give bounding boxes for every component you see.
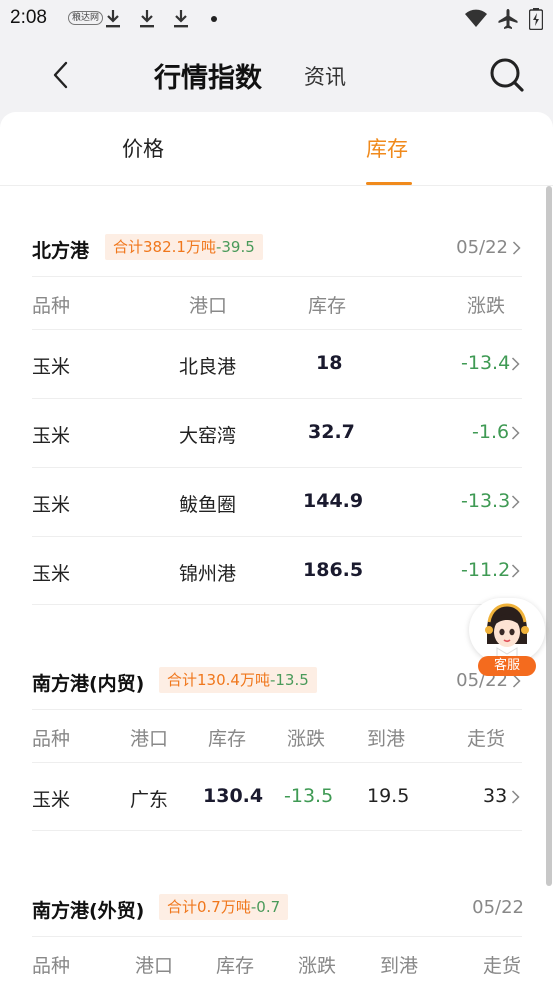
section-title: 北方港 — [32, 240, 90, 262]
cell-port: 大窑湾 — [179, 425, 237, 447]
badge-total: 合计0.7万吨 — [167, 898, 251, 916]
search-icon[interactable] — [489, 57, 525, 93]
column-header: 港口 — [135, 955, 174, 977]
column-header: 走货 — [467, 728, 506, 750]
cell-stock: 130.4 — [203, 785, 264, 807]
table-row[interactable]: 玉米 广东 130.4 -13.5 19.5 33 — [32, 762, 522, 831]
section-title: 南方港(内贸) — [32, 673, 145, 695]
badge-change: -13.5 — [269, 671, 309, 689]
cell-variety: 玉米 — [32, 494, 71, 516]
notification-dot-icon — [211, 16, 217, 22]
cell-change: -13.3 — [461, 490, 511, 512]
column-header: 走货 — [483, 955, 522, 977]
active-tab-indicator — [366, 182, 412, 185]
chevron-right-icon — [511, 790, 520, 804]
cell-port: 鲅鱼圈 — [179, 494, 237, 516]
cell-change: -11.2 — [461, 559, 511, 581]
back-arrow-icon[interactable] — [48, 60, 76, 90]
cell-stock: 32.7 — [308, 421, 355, 443]
chevron-right-icon — [511, 426, 520, 440]
cell-stock: 18 — [316, 352, 343, 374]
top-app-bar: 行情指数 资讯 — [0, 38, 553, 112]
chevron-right-icon — [511, 495, 520, 509]
tab-price[interactable]: 价格 — [122, 133, 164, 163]
app-logo-icon: 粮达网 — [68, 11, 104, 25]
column-header: 库存 — [208, 728, 247, 750]
cell-variety: 玉米 — [32, 356, 71, 378]
section-header-south-foreign[interactable]: 南方港(外贸) 合计0.7万吨-0.7 05/22 — [32, 894, 524, 924]
cell-variety: 玉米 — [32, 563, 71, 585]
column-header: 品种 — [32, 955, 71, 977]
news-tab-link[interactable]: 资讯 — [304, 61, 346, 91]
tab-bar: 价格 库存 — [0, 112, 553, 186]
service-label: 客服 — [478, 656, 536, 676]
column-header: 品种 — [32, 728, 71, 750]
total-badge: 合计382.1万吨-39.5 — [105, 234, 263, 260]
table-row[interactable]: 玉米 北良港 18 -13.4 — [32, 329, 522, 398]
cell-port: 锦州港 — [179, 563, 237, 585]
cell-change: -1.6 — [472, 421, 510, 443]
battery-charging-icon — [529, 8, 543, 30]
table-header: 品种 港口 库存 涨跌 到港 走货 — [32, 936, 522, 983]
column-header: 到港 — [380, 955, 419, 977]
column-header: 库存 — [308, 295, 347, 317]
divider — [32, 830, 522, 831]
column-header: 库存 — [216, 955, 255, 977]
airplane-mode-icon — [498, 9, 518, 29]
column-header: 港口 — [130, 728, 169, 750]
tab-stock[interactable]: 库存 — [366, 133, 408, 163]
download-icon — [106, 10, 120, 28]
section-header-south-domestic[interactable]: 南方港(内贸) 合计130.4万吨-13.5 05/22 — [32, 667, 524, 697]
section-date: 05/22 — [472, 897, 524, 918]
badge-total: 合计382.1万吨 — [113, 238, 216, 256]
table-row[interactable]: 玉米 大窑湾 32.7 -1.6 — [32, 398, 522, 467]
column-header: 涨跌 — [298, 955, 337, 977]
table-row[interactable]: 玉米 鲅鱼圈 144.9 -13.3 — [32, 467, 522, 536]
cell-stock: 186.5 — [303, 559, 364, 581]
download-icon — [174, 10, 188, 28]
page-title: 行情指数 — [154, 63, 262, 94]
cell-stock: 144.9 — [303, 490, 364, 512]
column-header: 涨跌 — [467, 295, 506, 317]
table-row[interactable]: 玉米 锦州港 186.5 -11.2 — [32, 536, 522, 605]
cell-arrival: 19.5 — [367, 785, 410, 807]
badge-change: -39.5 — [215, 238, 255, 256]
badge-total: 合计130.4万吨 — [167, 671, 270, 689]
content-card: 价格 库存 北方港 合计382.1万吨-39.5 05/22 品种 港口 库存 … — [0, 112, 553, 983]
column-header: 品种 — [32, 295, 71, 317]
badge-change: -0.7 — [250, 898, 281, 916]
cell-variety: 玉米 — [32, 425, 71, 447]
section-header-north-port[interactable]: 北方港 合计382.1万吨-39.5 05/22 — [32, 234, 524, 264]
scrollbar[interactable] — [546, 186, 552, 886]
status-time: 2:08 — [10, 7, 47, 28]
download-icon — [140, 10, 154, 28]
wifi-icon — [465, 9, 487, 27]
cell-change: -13.4 — [461, 352, 511, 374]
total-badge: 合计130.4万吨-13.5 — [159, 667, 317, 693]
section-date: 05/22 — [456, 237, 508, 258]
customer-service-button[interactable]: 客服 — [469, 598, 545, 678]
cell-port: 广东 — [130, 789, 169, 811]
column-header: 港口 — [189, 295, 228, 317]
cell-change: -13.5 — [284, 785, 334, 807]
divider — [32, 604, 522, 605]
table-header: 品种 港口 库存 涨跌 — [32, 276, 522, 329]
status-bar: 2:08 粮达网 — [0, 0, 553, 38]
chevron-right-icon — [511, 357, 520, 371]
cell-variety: 玉米 — [32, 789, 71, 811]
column-header: 到港 — [367, 728, 406, 750]
cell-shipment: 33 — [483, 785, 508, 807]
customer-service-avatar-icon — [485, 603, 529, 658]
column-header: 涨跌 — [287, 728, 326, 750]
section-title: 南方港(外贸) — [32, 900, 145, 922]
chevron-right-icon — [512, 241, 521, 255]
chevron-right-icon — [511, 564, 520, 578]
total-badge: 合计0.7万吨-0.7 — [159, 894, 289, 920]
cell-port: 北良港 — [179, 356, 237, 378]
table-header: 品种 港口 库存 涨跌 到港 走货 — [32, 709, 522, 762]
